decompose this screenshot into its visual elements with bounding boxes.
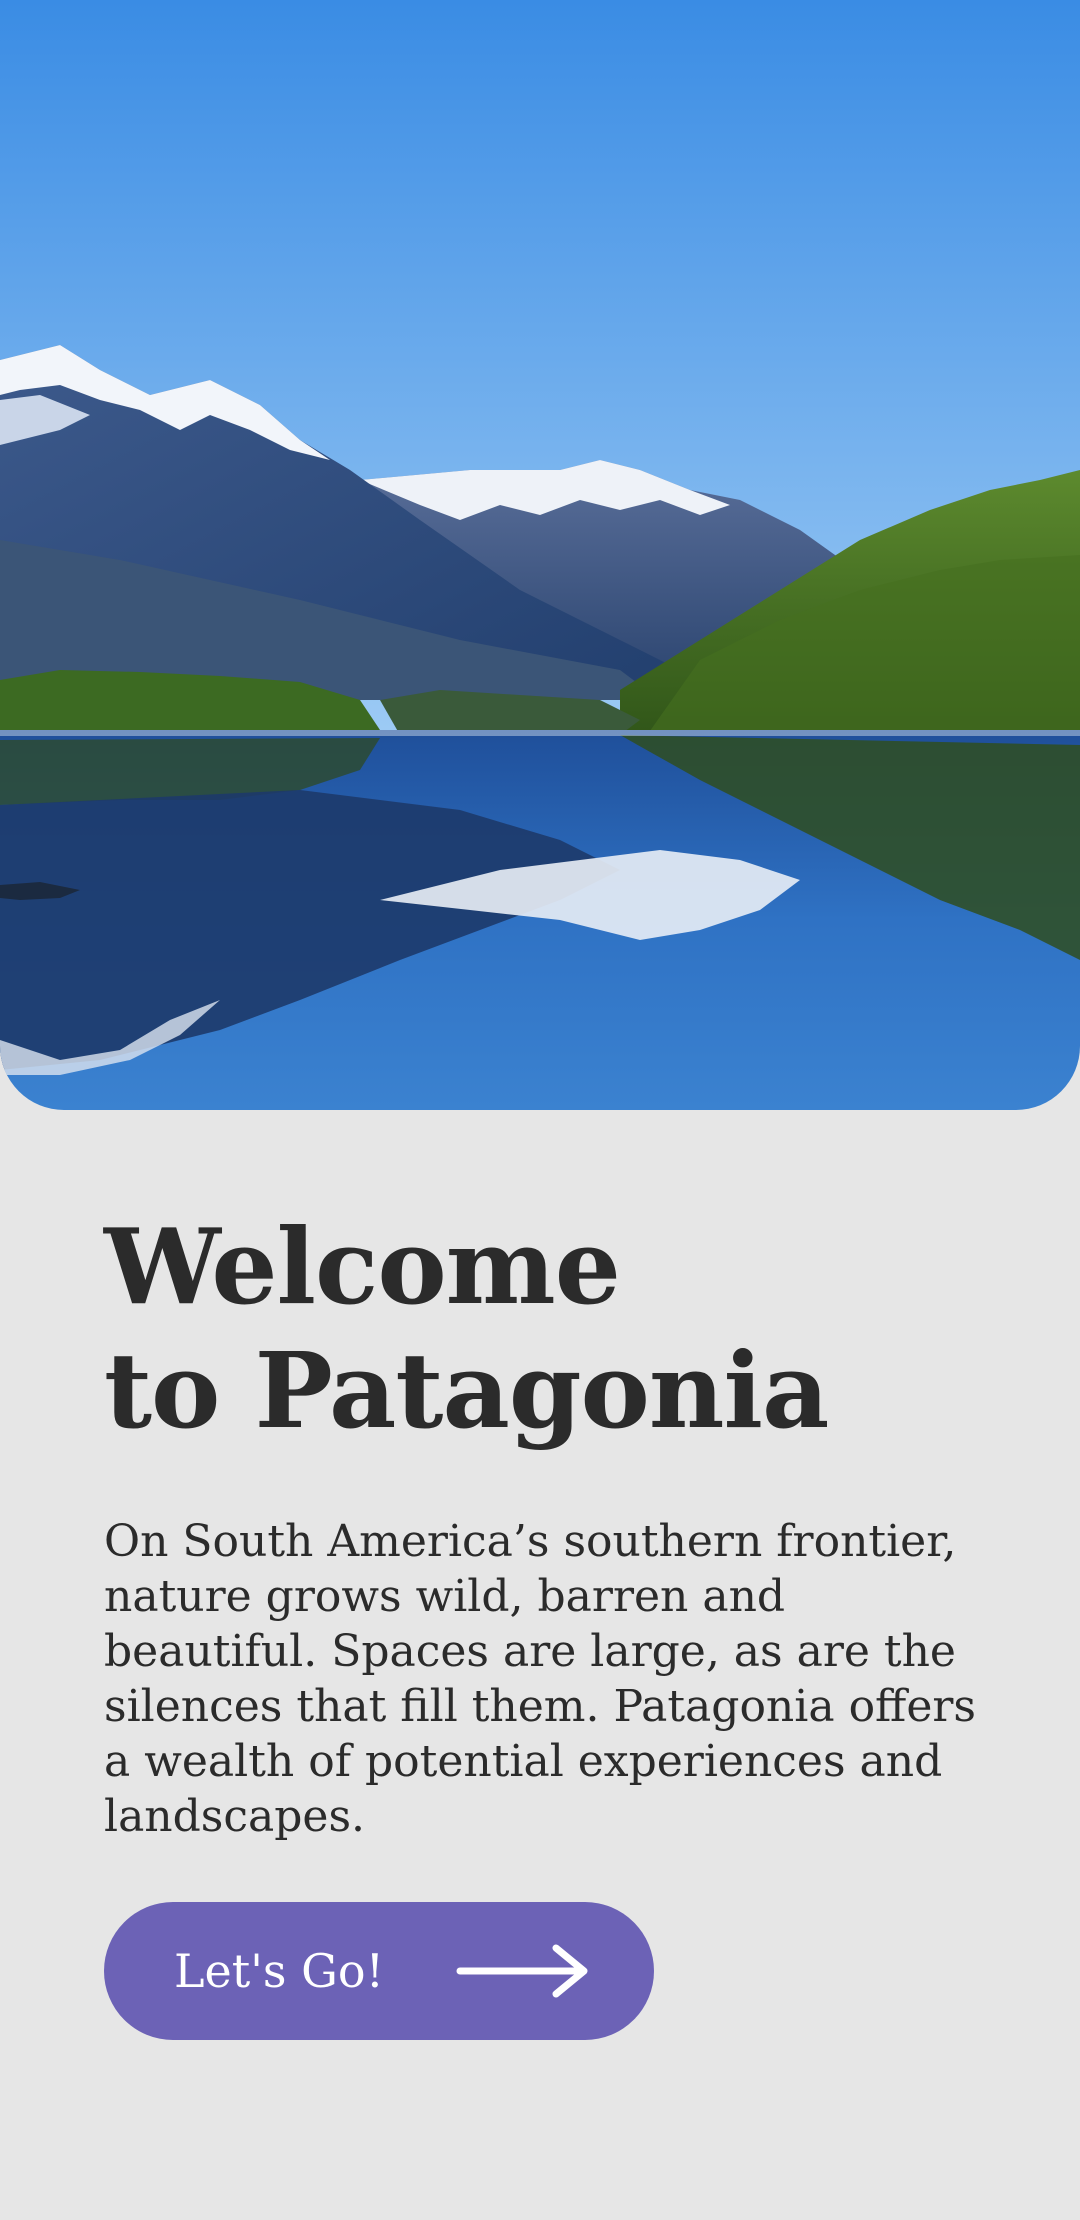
title-line-1: Welcome — [104, 1205, 621, 1328]
lets-go-label: Let's Go! — [174, 1944, 385, 1998]
arrow-right-icon — [456, 1944, 588, 1998]
lets-go-button[interactable]: Let's Go! — [104, 1902, 654, 2040]
title-line-2: to Patagonia — [104, 1329, 829, 1452]
intro-description: On South America’s southern frontier, na… — [104, 1516, 976, 1842]
page-title: Welcome to Patagonia — [104, 1205, 1004, 1453]
patagonia-landscape-image — [0, 0, 1080, 1110]
hero-image — [0, 0, 1080, 1110]
welcome-screen: Welcome to Patagonia On South America’s … — [0, 0, 1080, 2220]
